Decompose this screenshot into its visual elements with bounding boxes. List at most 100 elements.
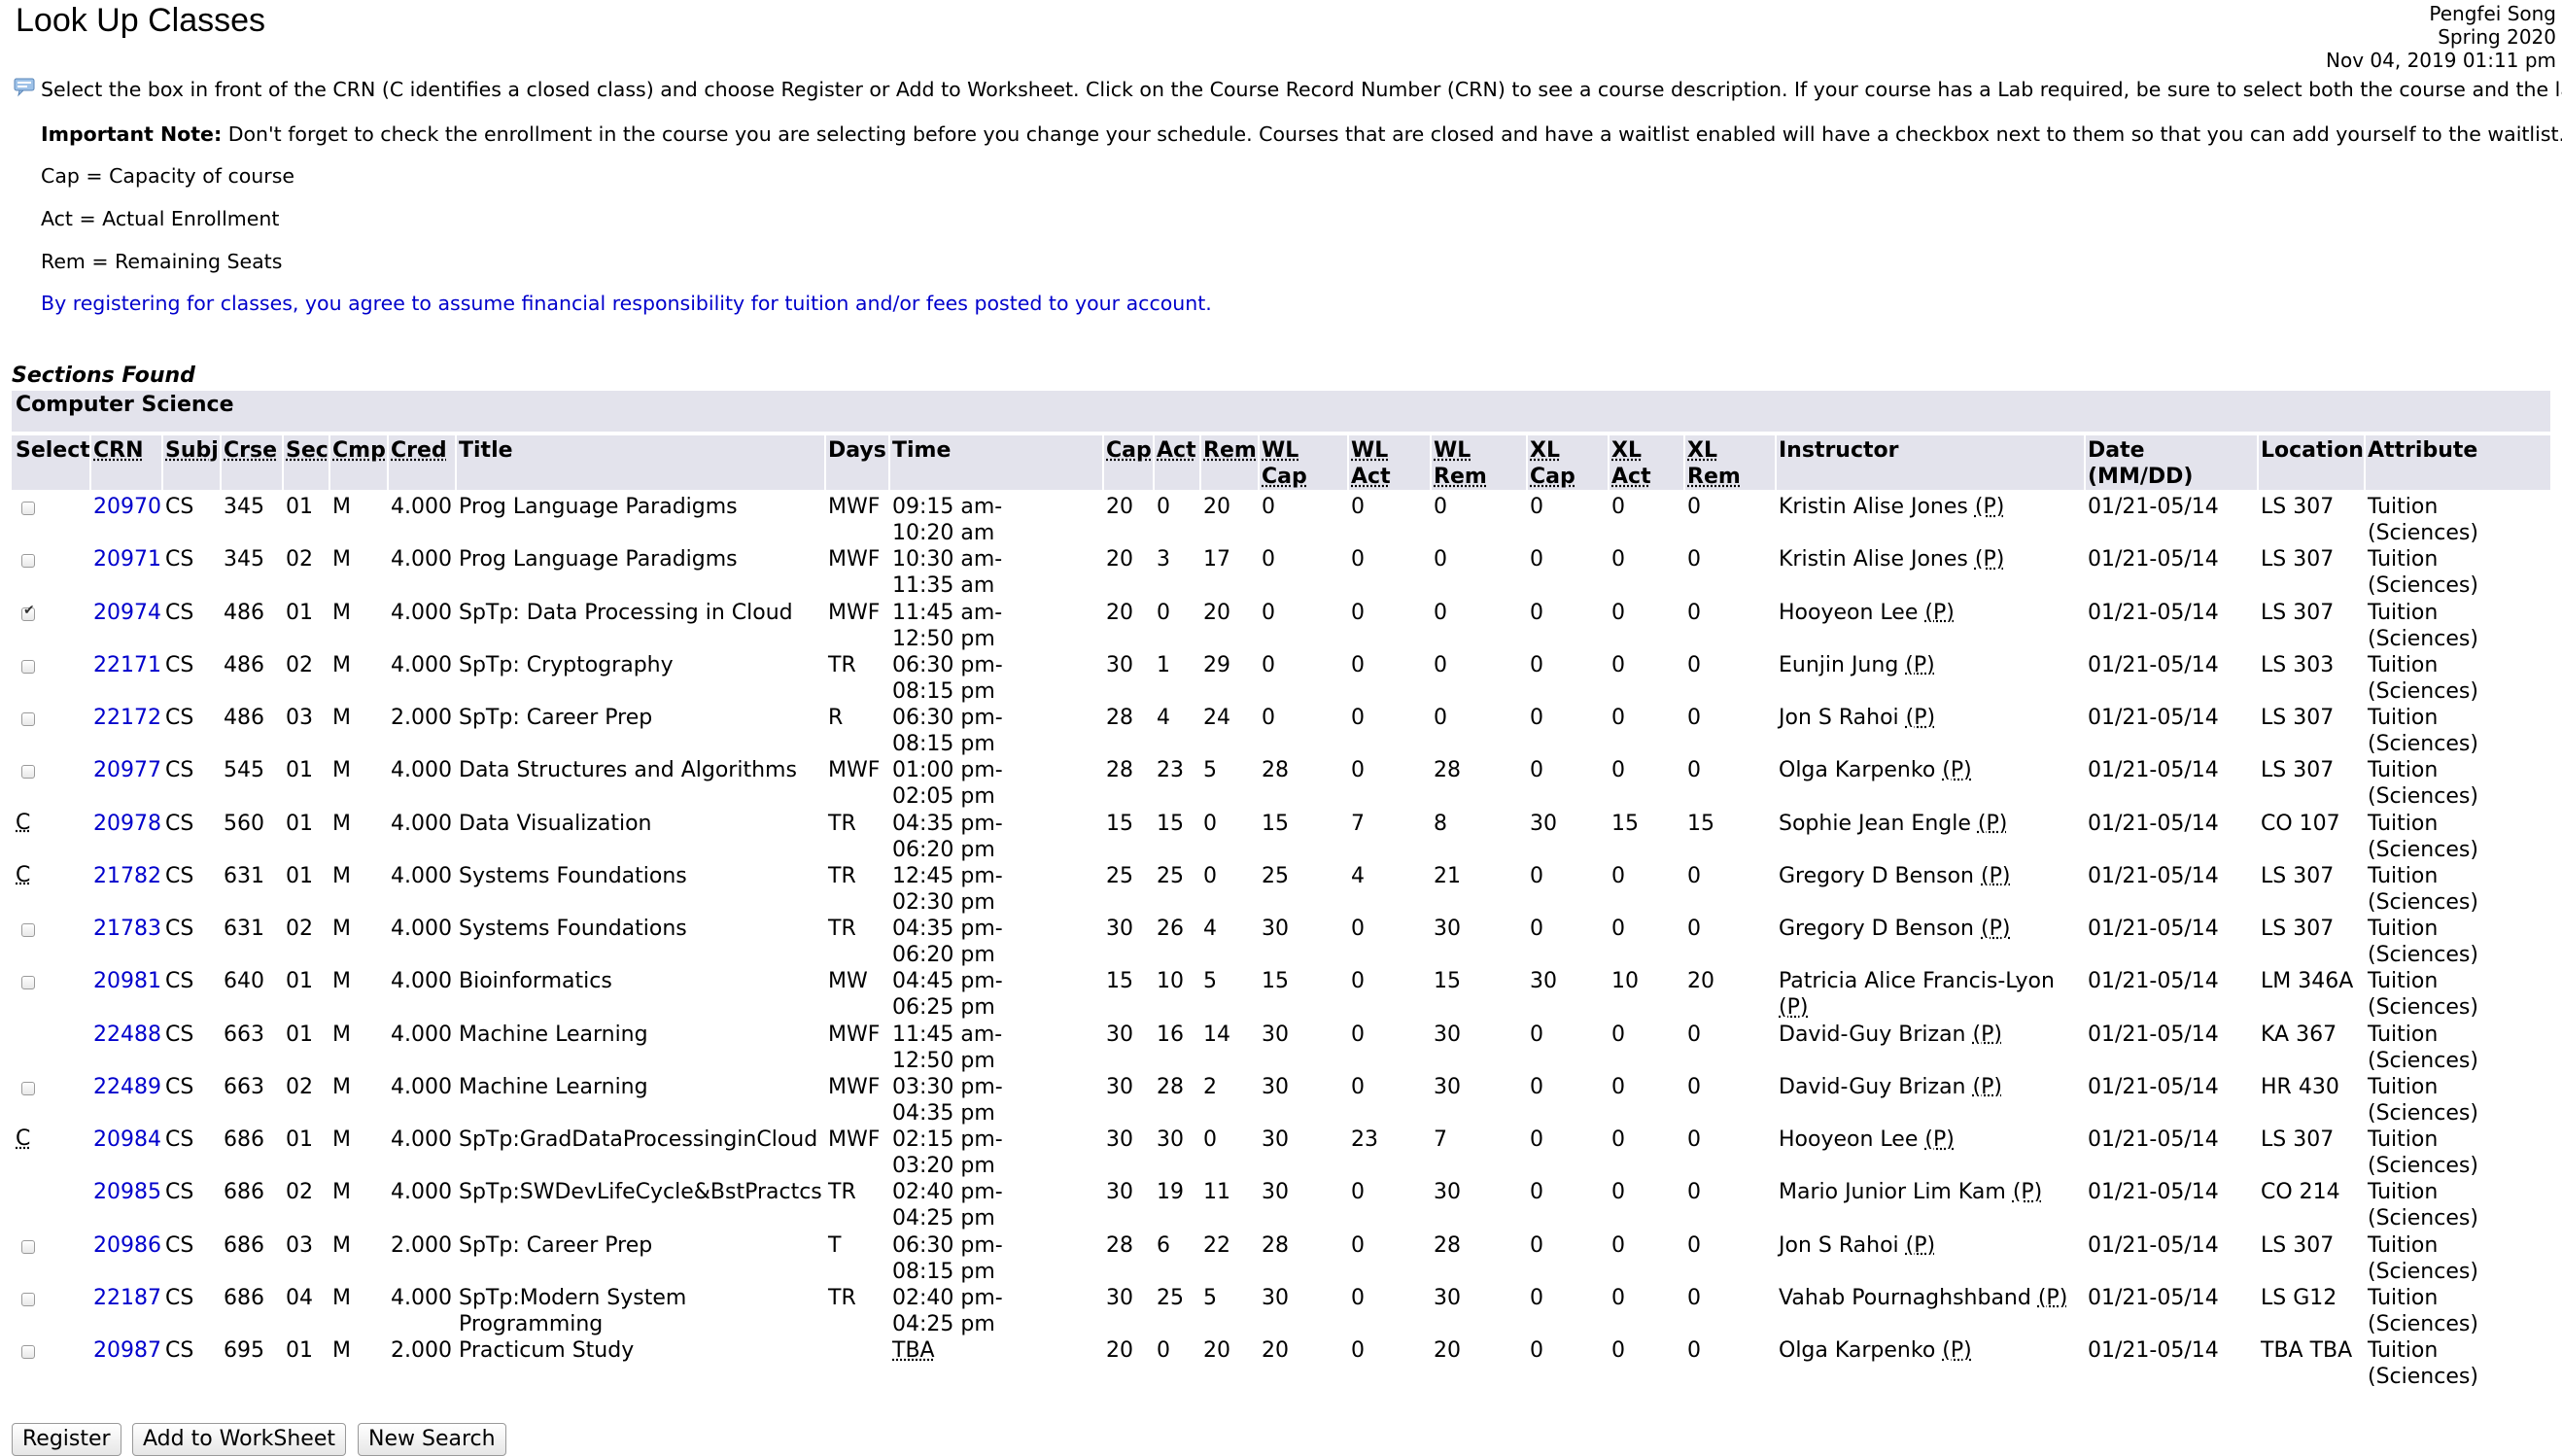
crn-link[interactable]: 20981 [93,968,161,994]
sec-cell: 03 [286,1232,313,1258]
sec-cell: 01 [286,863,313,888]
header-separator [2364,435,2366,490]
page-title: Look Up Classes [16,2,266,39]
table-row: 20971 CS 345 02 M 4.000 Prog Language Paradigm… [0,546,2562,599]
xl-rem-cell: 15 [1687,811,1714,836]
table-row: C 21782 CS 631 01 M 4.000 Systems Foundations TR… [0,863,2562,916]
select-checkbox[interactable] [21,603,35,621]
act-cell: 28 [1157,1074,1184,1099]
rem-cell: 0 [1203,1127,1217,1152]
crn-link[interactable]: 20986 [93,1232,161,1259]
header-xl-act: XL Act [1611,438,1651,489]
user-info: Pengfei Song Spring 2020 Nov 04, 2019 01… [2326,2,2556,72]
days-cell: MWF [828,600,881,625]
crn-link[interactable]: 20974 [93,600,161,626]
instructor-name: Mario Junior Lim Kam [1779,1180,2006,1205]
select-checkbox[interactable] [21,976,35,990]
instructor-name: Sophie Jean Engle [1779,811,1971,836]
cmp-cell: M [332,1232,351,1258]
wl-rem-cell: 30 [1434,1022,1461,1047]
xl-act-cell: 0 [1611,600,1625,625]
attribute-cell: Tuition (Sciences) [2368,1180,2478,1231]
wl-act-cell: 0 [1351,495,1365,519]
header-sec: Sec [286,438,329,463]
rem-cell: 22 [1203,1232,1230,1258]
primary-instructor-marker: (P) [1779,995,1809,1021]
cred-cell: 4.000 [391,652,452,677]
xl-rem-cell: 0 [1687,863,1701,888]
wl-cap-cell: 30 [1262,917,1289,941]
xl-cap-cell: 0 [1530,1022,1543,1047]
select-checkbox[interactable] [21,765,35,780]
wl-act-cell: 0 [1351,1074,1365,1099]
xl-cap-cell: 0 [1530,1232,1543,1258]
select-checkbox[interactable] [21,659,35,674]
cmp-cell: M [332,1074,351,1099]
instructor-cell: Gregory D Benson (P) [1779,863,2075,889]
select-checkbox[interactable] [21,1081,35,1095]
crn-link[interactable]: 22187 [93,1285,161,1311]
crn-link[interactable]: 20971 [93,546,161,572]
select-checkbox[interactable] [21,502,35,515]
instructor-name: Jon S Rahoi [1779,1232,1899,1258]
header-crse: Crse [224,438,278,463]
instructor-name: Gregory D Benson [1779,863,1974,888]
sec-cell: 02 [286,917,313,941]
crn-link[interactable]: 22488 [93,1022,161,1048]
sec-cell: 01 [286,600,313,625]
rem-cell: 11 [1203,1180,1230,1205]
select-checkbox[interactable] [21,712,35,726]
crn-link[interactable]: 20984 [93,1127,161,1153]
xl-rem-cell: 0 [1687,600,1701,625]
xl-act-cell: 0 [1611,547,1625,572]
primary-instructor-marker: (P) [2037,1285,2068,1310]
wl-act-cell: 0 [1351,969,1365,994]
crn-link[interactable]: 20970 [93,494,161,520]
time-cell: 03:30 pm-04:35 pm [892,1074,1003,1126]
time-cell: 06:30 pm-08:15 pm [892,1232,1003,1284]
select-checkbox[interactable] [21,554,35,569]
act-cell: 6 [1157,1232,1170,1258]
xl-cap-cell: 0 [1530,1074,1543,1099]
time-cell: 04:45 pm-06:25 pm [892,969,1003,1021]
crn-link[interactable]: 20985 [93,1179,161,1205]
instructions-text: Select the box in front of the CRN (C id… [41,78,2562,101]
select-checkbox[interactable] [21,1239,35,1254]
add-to-worksheet-button[interactable]: Add to WorkSheet [132,1423,346,1456]
title-cell: Prog Language Paradigms [459,495,738,519]
crse-cell: 631 [224,917,264,941]
crn-link[interactable]: 20977 [93,757,161,783]
select-checkbox[interactable] [21,1345,35,1359]
crn-link[interactable]: 22172 [93,705,161,731]
cred-cell: 4.000 [391,917,452,941]
instructor-name: Hooyeon Lee [1779,1127,1919,1152]
select-checkbox[interactable] [21,923,35,937]
header-date: Date (MM/DD) [2088,438,2194,489]
sec-cell: 02 [286,1180,313,1205]
crn-link[interactable]: 22171 [93,652,161,678]
sec-cell: 03 [286,706,313,730]
instructor-cell: Sophie Jean Engle (P) [1779,811,2075,837]
cmp-cell: M [332,495,351,519]
cmp-cell: M [332,706,351,730]
cap-definition: Cap = Capacity of course [41,164,295,188]
header-separator [1153,435,1155,490]
crn-link[interactable]: 21782 [93,863,161,889]
crn-link[interactable]: 20987 [93,1337,161,1364]
header-separator [282,435,284,490]
primary-instructor-marker: (P) [1905,706,1936,730]
register-button[interactable]: Register [12,1423,121,1456]
xl-cap-cell: 0 [1530,495,1543,519]
wl-cap-cell: 0 [1262,600,1275,625]
location-cell: LS 307 [2261,758,2335,783]
crn-link[interactable]: 22489 [93,1074,161,1100]
crn-link[interactable]: 21783 [93,916,161,942]
wl-cap-cell: 30 [1262,1180,1289,1205]
xl-act-cell: 0 [1611,863,1625,888]
new-search-button[interactable]: New Search [358,1423,506,1456]
date-cell: 01/21-05/14 [2088,1285,2219,1310]
crn-link[interactable]: 20978 [93,811,161,837]
table-row: C 20978 CS 560 01 M 4.000 Data Visualization TR 0… [0,811,2562,863]
primary-instructor-marker: (P) [1905,652,1935,677]
select-checkbox[interactable] [21,1292,35,1306]
